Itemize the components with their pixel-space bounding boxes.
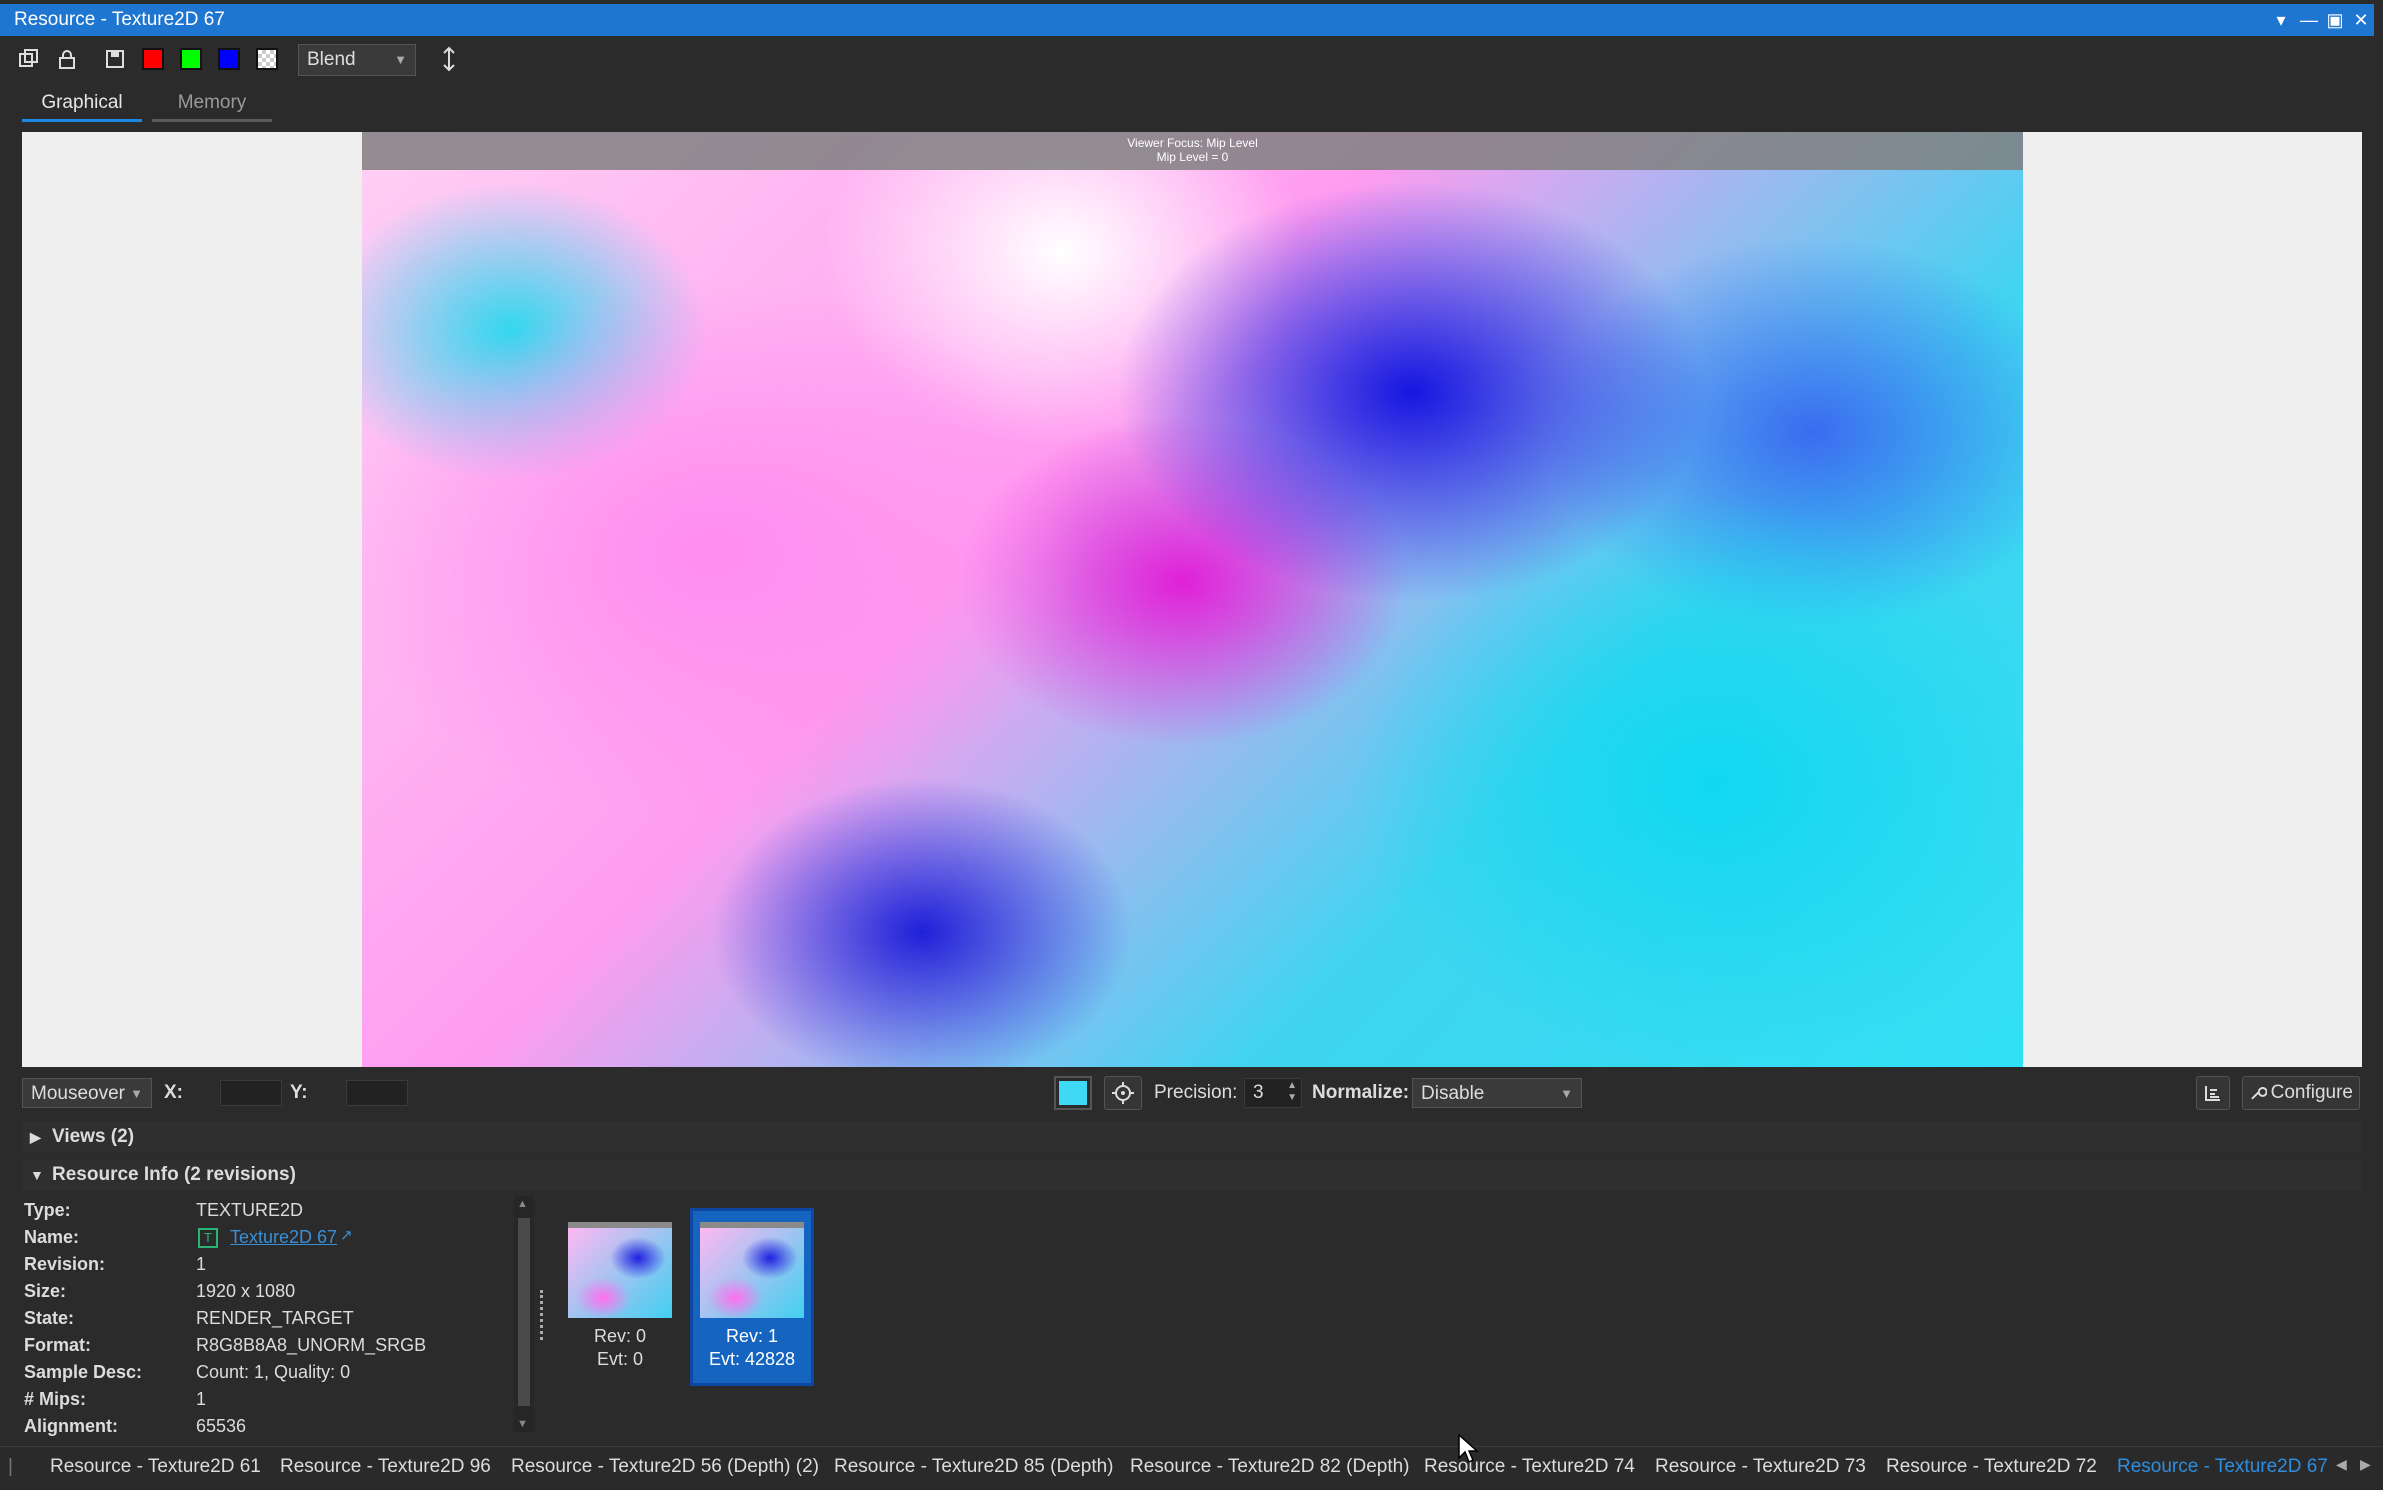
revision-card-0[interactable]: Rev: 0 Evt: 0 (558, 1208, 682, 1386)
precision-stepper[interactable]: 3 ▲ ▼ (1244, 1078, 1302, 1108)
revision-event: Evt: 42828 (708, 1349, 796, 1369)
external-link-icon[interactable]: ↗ (340, 1226, 353, 1244)
lock-icon[interactable] (52, 44, 82, 74)
scrollbar-thumb[interactable] (518, 1218, 530, 1406)
x-label: X: (164, 1082, 183, 1103)
doc-tab[interactable]: Resource - Texture2D 61 (50, 1452, 261, 1482)
doc-tab[interactable]: Resource - Texture2D 74 (1424, 1452, 1635, 1482)
normalize-label: Normalize: (1312, 1082, 1410, 1103)
maximize-icon[interactable]: ▣ (2322, 4, 2348, 36)
window-titlebar: Resource - Texture2D 67 ▾ — ▣ ✕ (0, 0, 2383, 38)
chevron-down-icon: ▼ (1560, 1086, 1573, 1101)
alignment-key: Alignment: (24, 1416, 118, 1436)
type-value: TEXTURE2D (196, 1200, 304, 1220)
revision-thumbnail (568, 1222, 672, 1318)
state-key: State: (24, 1308, 75, 1328)
mouse-cursor-icon (1458, 1433, 1480, 1470)
chevron-right-icon: ▶ (30, 1129, 41, 1145)
doc-tab-active[interactable]: Resource - Texture2D 67 (2117, 1452, 2328, 1482)
y-label: Y: (290, 1082, 308, 1103)
texture-viewer[interactable]: Viewer Focus: Mip Level Mip Level = 0 (22, 132, 2362, 1067)
doc-tab[interactable]: Resource - Texture2D 82 (Depth) (1130, 1452, 1410, 1482)
flip-vertical-icon[interactable] (434, 44, 464, 74)
pixel-mode-value: Mouseover (31, 1083, 125, 1104)
alignment-value: 65536 (196, 1416, 247, 1436)
dropdown-icon[interactable]: ▾ (2268, 4, 2294, 36)
doc-tab[interactable]: Resource - Texture2D 72 (1886, 1452, 2097, 1482)
precision-label: Precision: (1154, 1082, 1238, 1103)
pixel-mode-select[interactable]: Mouseover ▼ (22, 1078, 152, 1108)
viewer-focus-line1: Viewer Focus: Mip Level (1127, 136, 1258, 150)
scroll-up-icon[interactable]: ▲ (517, 1198, 528, 1210)
state-value: RENDER_TARGET (196, 1308, 354, 1328)
minimize-icon[interactable]: — (2296, 4, 2322, 36)
texture-name-link[interactable]: Texture2D 67 (230, 1227, 337, 1248)
chevron-down-icon: ▼ (30, 1167, 44, 1183)
pixel-color-swatch (1054, 1076, 1092, 1110)
crosshair-icon[interactable] (1104, 1076, 1142, 1110)
size-key: Size: (24, 1281, 67, 1301)
window-title: Resource - Texture2D 67 (0, 4, 2374, 36)
blue-channel-toggle[interactable] (214, 44, 244, 74)
name-key: Name: (24, 1227, 80, 1247)
normalize-select[interactable]: Disable ▼ (1412, 1078, 1582, 1108)
revision-number: Rev: 1 (725, 1326, 779, 1346)
blend-mode-value: Blend (307, 49, 356, 70)
splitter-handle[interactable] (540, 1290, 546, 1340)
viewer-focus-line2: Mip Level = 0 (1156, 150, 1229, 164)
green-channel-toggle[interactable] (176, 44, 206, 74)
revision-card-1[interactable]: Rev: 1 Evt: 42828 (690, 1208, 814, 1386)
tab-graphical[interactable]: Graphical (22, 88, 142, 122)
scroll-tabs-left-icon[interactable]: ◀ (2336, 1456, 2347, 1473)
doc-tab[interactable]: Resource - Texture2D 73 (1655, 1452, 1866, 1482)
histogram-icon[interactable] (2196, 1076, 2230, 1110)
blend-mode-select[interactable]: Blend ▼ (298, 44, 416, 76)
format-key: Format: (24, 1335, 91, 1355)
red-channel-toggle[interactable] (138, 44, 168, 74)
wrench-icon (2251, 1087, 2267, 1100)
configure-label: Configure (2270, 1082, 2353, 1103)
close-icon[interactable]: ✕ (2348, 4, 2374, 36)
mips-key: # Mips: (24, 1389, 87, 1409)
configure-button[interactable]: Configure (2242, 1076, 2360, 1110)
y-coordinate-field (346, 1080, 408, 1106)
revision-number: Rev: 0 (593, 1326, 647, 1346)
texture-type-badge: T (198, 1228, 218, 1248)
tab-memory[interactable]: Memory (152, 88, 272, 122)
revision-value: 1 (196, 1254, 207, 1274)
info-scrollbar[interactable]: ▲ ▼ (514, 1196, 534, 1432)
views-section-header[interactable]: ▶ Views (2) (22, 1122, 2362, 1152)
copy-icon[interactable] (14, 44, 44, 74)
mips-value: 1 (196, 1389, 207, 1409)
info-clip: Alignment: 65536 (0, 1412, 514, 1438)
alpha-channel-toggle[interactable] (252, 44, 282, 74)
viewer-header: Viewer Focus: Mip Level Mip Level = 0 (362, 132, 2023, 170)
revision-thumbnail (700, 1222, 804, 1318)
x-coordinate-field (220, 1080, 282, 1106)
format-value: R8G8B8A8_UNORM_SRGB (196, 1335, 427, 1355)
viewer-focus-text: Viewer Focus: Mip Level Mip Level = 0 (362, 136, 2023, 164)
sample-desc-key: Sample Desc: (24, 1362, 143, 1382)
doc-tab[interactable]: Resource - Texture2D 85 (Depth) (834, 1452, 1114, 1482)
chevron-down-icon: ▼ (130, 1086, 143, 1101)
tab-overflow-marker: | (8, 1456, 13, 1477)
texture-image[interactable] (362, 132, 2023, 1067)
save-icon[interactable] (100, 44, 130, 74)
revision-event: Evt: 0 (596, 1349, 644, 1369)
precision-value: 3 (1253, 1082, 1264, 1103)
revision-key: Revision: (24, 1254, 106, 1274)
doc-tab[interactable]: Resource - Texture2D 96 (280, 1452, 491, 1482)
scroll-tabs-right-icon[interactable]: ▶ (2360, 1456, 2371, 1473)
type-key: Type: (24, 1200, 71, 1220)
scroll-down-icon[interactable]: ▼ (517, 1418, 528, 1430)
doc-tab[interactable]: Resource - Texture2D 56 (Depth) (2) (511, 1452, 819, 1482)
resource-info-section-title: Resource Info (2 revisions) (52, 1164, 296, 1185)
views-section-title: Views (2) (52, 1126, 135, 1147)
sample-desc-value: Count: 1, Quality: 0 (196, 1362, 351, 1382)
chevron-down-icon: ▼ (394, 52, 407, 67)
resource-info-section-header[interactable]: ▼ Resource Info (2 revisions) (22, 1160, 2362, 1190)
normalize-value: Disable (1421, 1083, 1485, 1104)
size-value: 1920 x 1080 (196, 1281, 296, 1301)
stepper-arrows-icon[interactable]: ▲ ▼ (1287, 1080, 1297, 1104)
